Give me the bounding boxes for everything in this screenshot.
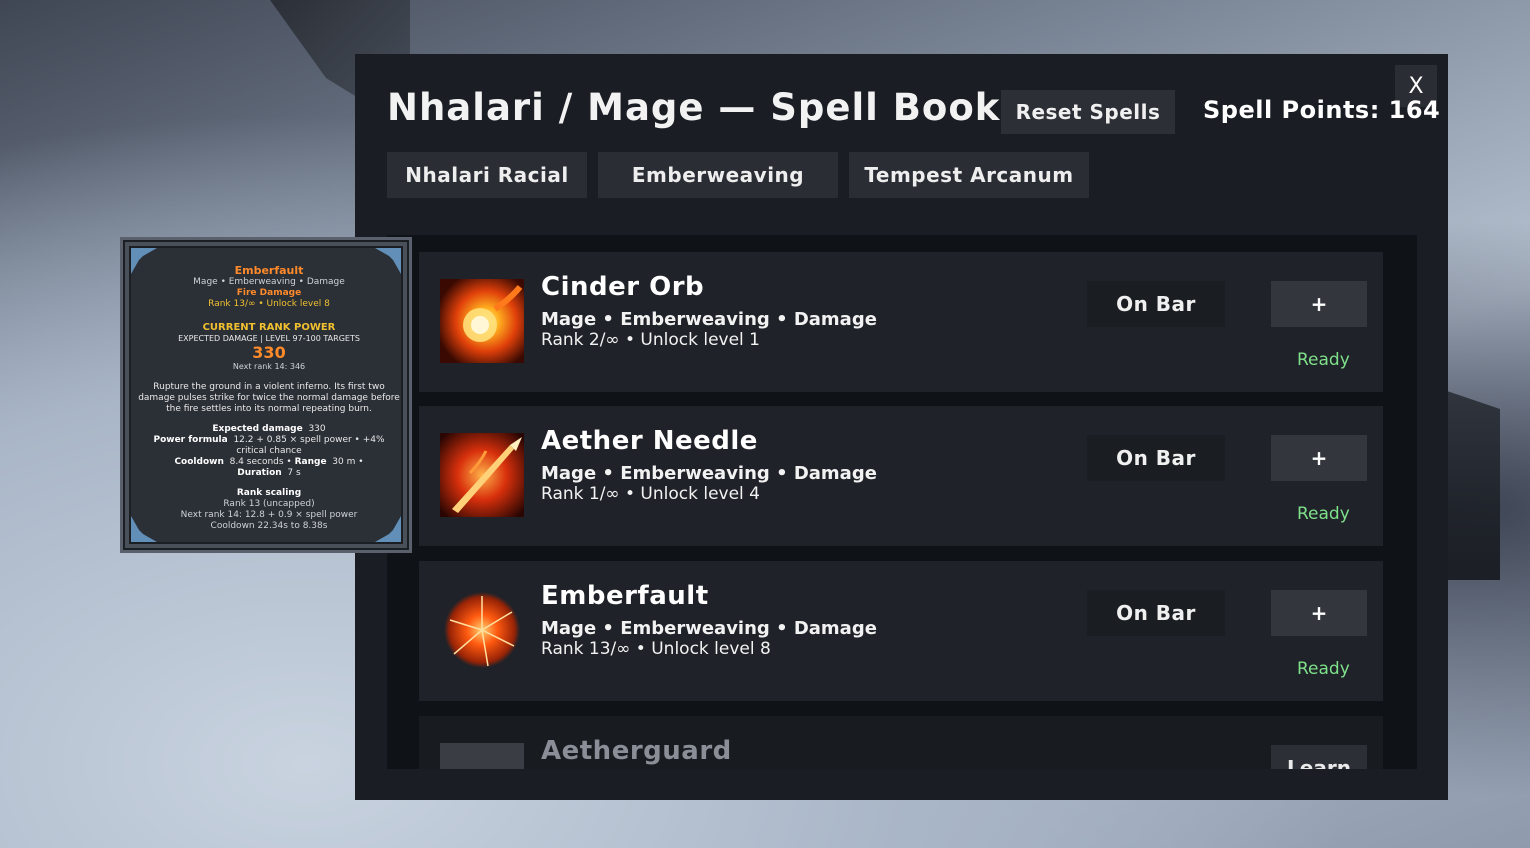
scaling-cooldown: Cooldown 22.34s to 8.38s <box>210 520 328 531</box>
expected-damage-value: 330 <box>308 424 326 435</box>
page-title: Nhalari / Mage — Spell Book <box>387 86 1001 129</box>
spell-row[interactable]: Cinder Orb Mage • Emberweaving • Damage … <box>419 252 1383 392</box>
duration-value: 7 s <box>287 467 301 478</box>
tooltip-tags: Mage • Emberweaving • Damage <box>193 277 345 288</box>
expected-damage-label: Expected damage <box>212 424 303 435</box>
spell-tags: Mage • Emberweaving • Damage <box>541 309 877 330</box>
spell-name: Emberfault <box>541 581 709 611</box>
spell-name: Aetherguard <box>541 736 732 766</box>
range-value: 30 m • <box>332 456 364 467</box>
spell-row[interactable]: Aetherguard Learn <box>419 716 1383 769</box>
emberfault-icon <box>440 588 524 672</box>
cooldown-label: Cooldown <box>174 456 224 467</box>
spell-rank: Rank 13/∞ • Unlock level 8 <box>541 639 771 659</box>
spell-row[interactable]: Aether Needle Mage • Emberweaving • Dama… <box>419 406 1383 546</box>
aether-needle-icon <box>440 433 524 517</box>
reset-spells-button[interactable]: Reset Spells <box>1001 90 1175 134</box>
tab-emberweaving[interactable]: Emberweaving <box>598 152 838 198</box>
tooltip-scaling: Rank scaling Rank 13 (uncapped) Next ran… <box>137 488 401 531</box>
spell-list[interactable]: Cinder Orb Mage • Emberweaving • Damage … <box>387 235 1417 769</box>
tooltip-content: Emberfault Mage • Emberweaving • Damage … <box>137 264 401 532</box>
spell-name: Cinder Orb <box>541 272 705 302</box>
on-bar-button[interactable]: On Bar <box>1087 281 1225 327</box>
spell-book-panel: X Nhalari / Mage — Spell Book Reset Spel… <box>355 54 1448 800</box>
power-formula-label: Power formula <box>153 435 228 446</box>
tooltip-description: Rupture the ground in a violent inferno.… <box>138 381 400 414</box>
rank-up-button[interactable]: + <box>1271 281 1367 327</box>
tooltip-next-rank: Next rank 14: 346 <box>232 362 306 372</box>
school-tabs: Nhalari Racial Emberweaving Tempest Arca… <box>387 152 1089 198</box>
on-bar-button[interactable]: On Bar <box>1087 590 1225 636</box>
status-ready: Ready <box>1297 350 1350 370</box>
on-bar-button[interactable]: On Bar <box>1087 435 1225 481</box>
spell-tags: Mage • Emberweaving • Damage <box>541 618 877 639</box>
rank-scaling-heading: Rank scaling <box>236 488 302 499</box>
rank-up-button[interactable]: + <box>1271 590 1367 636</box>
rank-up-button[interactable]: + <box>1271 435 1367 481</box>
tooltip-spell-name: Emberfault <box>234 264 304 277</box>
tooltip-stats: Expected damage 330 Power formula 12.2 +… <box>153 424 385 478</box>
tooltip-school: Fire Damage <box>236 287 302 298</box>
range-label: Range <box>294 456 327 467</box>
aetherguard-icon <box>440 743 524 769</box>
spell-points-counter: Spell Points: 164 <box>1203 96 1441 124</box>
cinder-orb-icon <box>440 279 524 363</box>
learn-button[interactable]: Learn <box>1271 745 1367 769</box>
status-ready: Ready <box>1297 504 1350 524</box>
tooltip-power-heading: CURRENT RANK POWER <box>202 321 336 333</box>
tab-nhalari-racial[interactable]: Nhalari Racial <box>387 152 587 198</box>
tooltip-expected-heading: EXPECTED DAMAGE | LEVEL 97-100 TARGETS <box>178 333 360 343</box>
spell-tags: Mage • Emberweaving • Damage <box>541 463 877 484</box>
spell-rank: Rank 2/∞ • Unlock level 1 <box>541 330 760 350</box>
spell-rank: Rank 1/∞ • Unlock level 4 <box>541 484 760 504</box>
power-formula-value: 12.2 + 0.85 × spell power • +4% critical… <box>233 435 385 456</box>
status-ready: Ready <box>1297 659 1350 679</box>
scaling-rank: Rank 13 (uncapped) <box>223 499 315 510</box>
duration-label: Duration <box>237 467 282 478</box>
spell-row[interactable]: Emberfault Mage • Emberweaving • Damage … <box>419 561 1383 701</box>
tab-tempest-arcanum[interactable]: Tempest Arcanum <box>849 152 1089 198</box>
tooltip-damage-value: 330 <box>252 343 286 363</box>
tooltip-rank: Rank 13/∞ • Unlock level 8 <box>208 298 330 309</box>
spell-name: Aether Needle <box>541 426 758 456</box>
scaling-next: Next rank 14: 12.8 + 0.9 × spell power <box>180 509 358 520</box>
cooldown-value: 8.4 seconds <box>229 456 284 467</box>
spell-tooltip: Emberfault Mage • Emberweaving • Damage … <box>120 237 412 553</box>
